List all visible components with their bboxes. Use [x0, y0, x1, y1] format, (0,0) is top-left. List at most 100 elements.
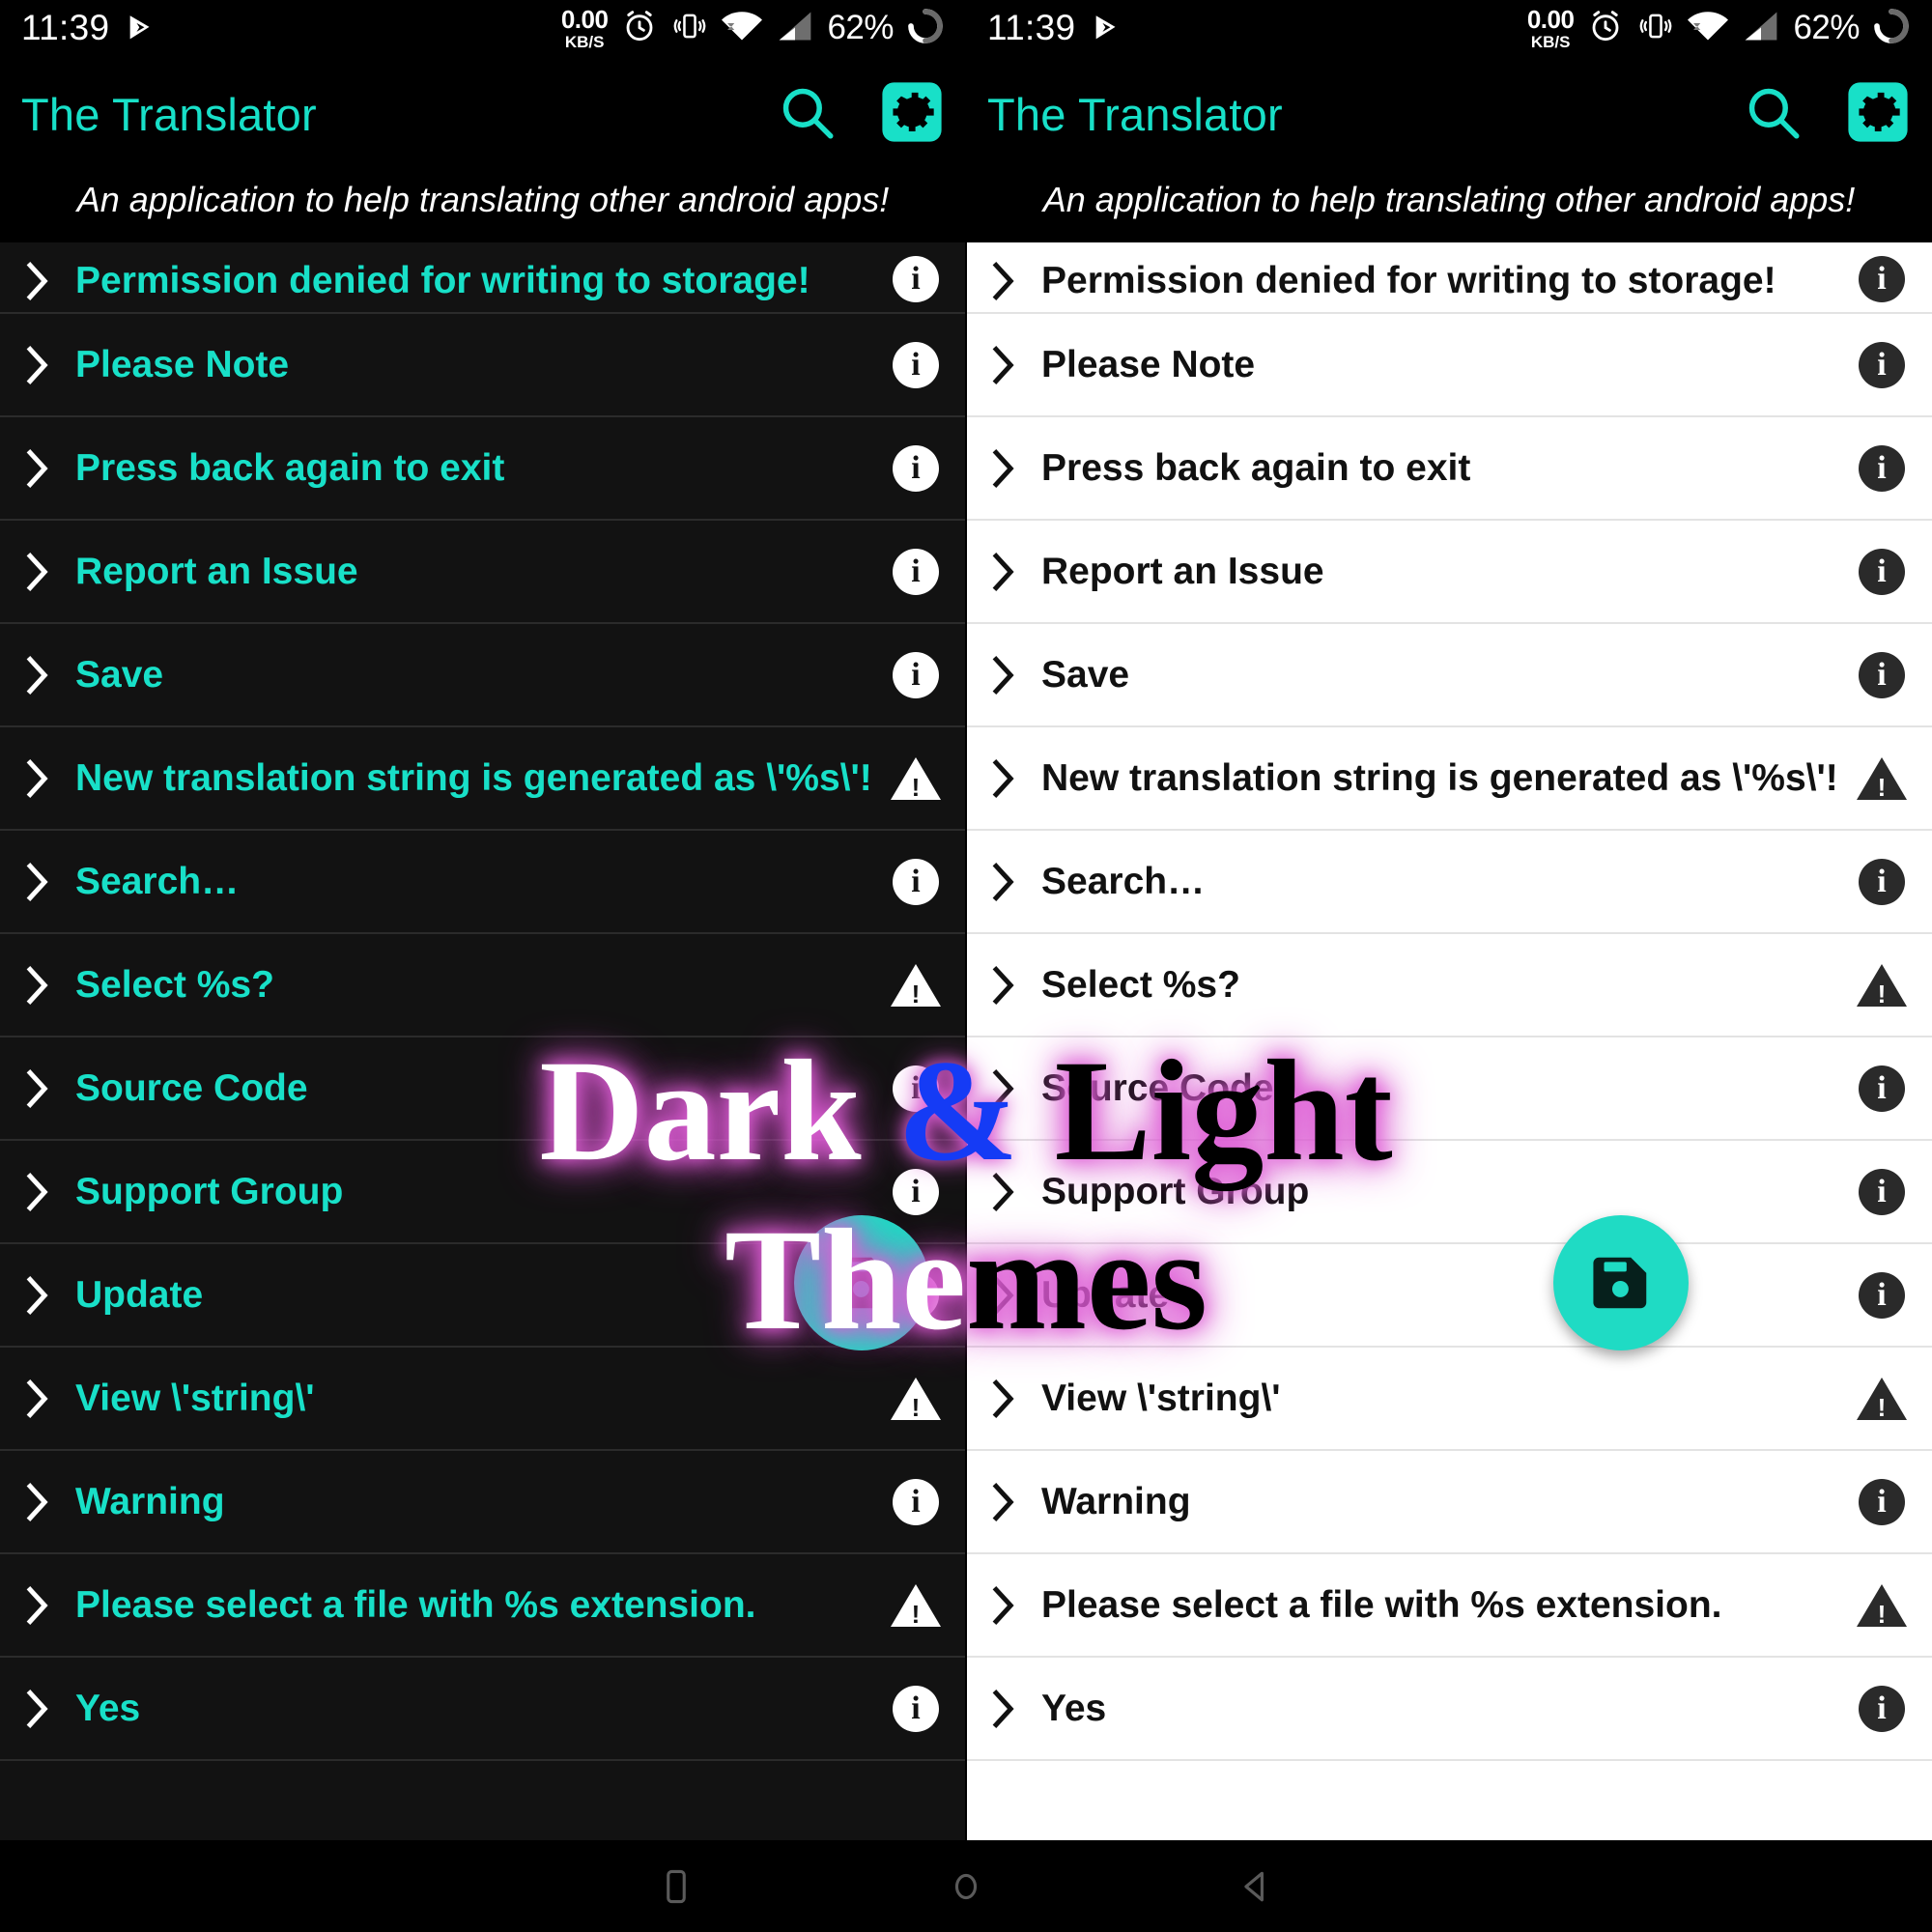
- string-list-dark[interactable]: Permission denied for writing to storage…: [0, 242, 966, 1761]
- info-icon[interactable]: i: [893, 858, 939, 905]
- warning-icon[interactable]: !: [890, 1582, 942, 1629]
- list-item[interactable]: View \'string\'!: [966, 1348, 1932, 1451]
- list-item-status-icon[interactable]: !: [887, 755, 945, 802]
- list-item[interactable]: Please Note i: [966, 314, 1932, 417]
- info-icon[interactable]: i: [893, 548, 939, 595]
- info-icon[interactable]: i: [1859, 444, 1905, 492]
- gear-icon[interactable]: [1845, 79, 1911, 150]
- list-item-status-icon[interactable]: i: [1853, 1478, 1911, 1525]
- list-item-label: Search…: [1041, 860, 1206, 902]
- list-item[interactable]: Search… i: [0, 831, 966, 934]
- info-icon[interactable]: i: [1859, 858, 1905, 905]
- gear-icon[interactable]: [879, 79, 945, 150]
- info-icon[interactable]: i: [1859, 1271, 1905, 1319]
- save-fab-dark[interactable]: [794, 1215, 929, 1350]
- list-item-status-icon[interactable]: i: [887, 256, 945, 302]
- list-item[interactable]: Permission denied for writing to storage…: [0, 242, 966, 314]
- list-item-status-icon[interactable]: i: [887, 1168, 945, 1215]
- list-item[interactable]: Update i: [966, 1244, 1932, 1348]
- list-item-status-icon[interactable]: i: [1853, 256, 1911, 302]
- list-item-status-icon[interactable]: i: [887, 548, 945, 595]
- info-icon[interactable]: i: [893, 341, 939, 388]
- info-icon[interactable]: i: [1859, 341, 1905, 388]
- list-item-status-icon[interactable]: i: [887, 1065, 945, 1112]
- list-item-status-icon[interactable]: i: [1853, 1685, 1911, 1732]
- list-item-status-icon[interactable]: i: [887, 341, 945, 388]
- warning-icon[interactable]: !: [1856, 1376, 1908, 1422]
- info-icon[interactable]: i: [1859, 1168, 1905, 1215]
- list-item[interactable]: Press back again to exit i: [0, 417, 966, 521]
- info-icon[interactable]: i: [893, 444, 939, 492]
- list-item[interactable]: Select %s?!: [966, 934, 1932, 1037]
- info-icon[interactable]: i: [1859, 256, 1905, 302]
- info-icon[interactable]: i: [893, 1478, 939, 1525]
- warning-icon[interactable]: !: [890, 755, 942, 802]
- list-item[interactable]: Support Group i: [966, 1141, 1932, 1244]
- search-icon[interactable]: [1741, 80, 1804, 149]
- info-icon[interactable]: i: [893, 1685, 939, 1732]
- battery-percent: 62%: [827, 9, 894, 46]
- save-fab-light[interactable]: [1553, 1215, 1689, 1350]
- list-item-status-icon[interactable]: i: [1853, 548, 1911, 595]
- list-item-status-icon[interactable]: i: [887, 444, 945, 492]
- list-item-status-icon[interactable]: i: [1853, 1065, 1911, 1112]
- list-item-status-icon[interactable]: i: [887, 1685, 945, 1732]
- warning-icon[interactable]: !: [1856, 962, 1908, 1009]
- list-item[interactable]: Search… i: [966, 831, 1932, 934]
- list-item-status-icon[interactable]: !: [1853, 962, 1911, 1009]
- info-icon[interactable]: i: [1859, 1065, 1905, 1112]
- info-icon[interactable]: i: [893, 651, 939, 698]
- warning-icon[interactable]: !: [890, 962, 942, 1009]
- list-item[interactable]: Select %s?!: [0, 934, 966, 1037]
- list-item[interactable]: New translation string is generated as \…: [966, 727, 1932, 831]
- list-item[interactable]: Save i: [966, 624, 1932, 727]
- list-item[interactable]: Permission denied for writing to storage…: [966, 242, 1932, 314]
- list-item-status-icon[interactable]: !: [1853, 755, 1911, 802]
- warning-icon[interactable]: !: [1856, 1582, 1908, 1629]
- list-item-status-icon[interactable]: i: [1853, 1271, 1911, 1319]
- warning-icon[interactable]: !: [1856, 755, 1908, 802]
- list-item[interactable]: Please select a file with %s extension.!: [966, 1554, 1932, 1658]
- list-item[interactable]: Report an Issue i: [966, 521, 1932, 624]
- info-icon[interactable]: i: [1859, 651, 1905, 698]
- list-item[interactable]: Report an Issue i: [0, 521, 966, 624]
- home-circle-icon[interactable]: [821, 1865, 1111, 1908]
- list-item[interactable]: Yes i: [966, 1658, 1932, 1761]
- list-item[interactable]: Please select a file with %s extension.!: [0, 1554, 966, 1658]
- list-item[interactable]: Warning i: [0, 1451, 966, 1554]
- list-item-status-icon[interactable]: i: [1853, 858, 1911, 905]
- list-item[interactable]: Warning i: [966, 1451, 1932, 1554]
- list-item[interactable]: View \'string\'!: [0, 1348, 966, 1451]
- info-icon[interactable]: i: [1859, 548, 1905, 595]
- info-icon[interactable]: i: [1859, 1685, 1905, 1732]
- list-item-status-icon[interactable]: i: [887, 1478, 945, 1525]
- string-list-light[interactable]: Permission denied for writing to storage…: [966, 242, 1932, 1761]
- list-item-status-icon[interactable]: !: [887, 1376, 945, 1422]
- list-item[interactable]: Source Code i: [966, 1037, 1932, 1141]
- back-triangle-icon[interactable]: [1111, 1865, 1401, 1908]
- recents-square-icon[interactable]: [531, 1865, 821, 1908]
- chevron-right-icon: [17, 757, 56, 800]
- list-item[interactable]: Yes i: [0, 1658, 966, 1761]
- list-item-status-icon[interactable]: !: [887, 1582, 945, 1629]
- list-item-status-icon[interactable]: i: [1853, 444, 1911, 492]
- list-item[interactable]: Save i: [0, 624, 966, 727]
- list-item-status-icon[interactable]: i: [1853, 341, 1911, 388]
- info-icon[interactable]: i: [893, 1065, 939, 1112]
- list-item-status-icon[interactable]: !: [887, 962, 945, 1009]
- list-item-status-icon[interactable]: i: [887, 858, 945, 905]
- list-item[interactable]: Press back again to exit i: [966, 417, 1932, 521]
- info-icon[interactable]: i: [893, 256, 939, 302]
- list-item[interactable]: New translation string is generated as \…: [0, 727, 966, 831]
- list-item[interactable]: Please Note i: [0, 314, 966, 417]
- list-item-status-icon[interactable]: i: [1853, 1168, 1911, 1215]
- warning-icon[interactable]: !: [890, 1376, 942, 1422]
- list-item-status-icon[interactable]: !: [1853, 1376, 1911, 1422]
- list-item-status-icon[interactable]: !: [1853, 1582, 1911, 1629]
- list-item-status-icon[interactable]: i: [887, 651, 945, 698]
- info-icon[interactable]: i: [893, 1168, 939, 1215]
- search-icon[interactable]: [775, 80, 838, 149]
- list-item[interactable]: Source Code i: [0, 1037, 966, 1141]
- info-icon[interactable]: i: [1859, 1478, 1905, 1525]
- list-item-status-icon[interactable]: i: [1853, 651, 1911, 698]
